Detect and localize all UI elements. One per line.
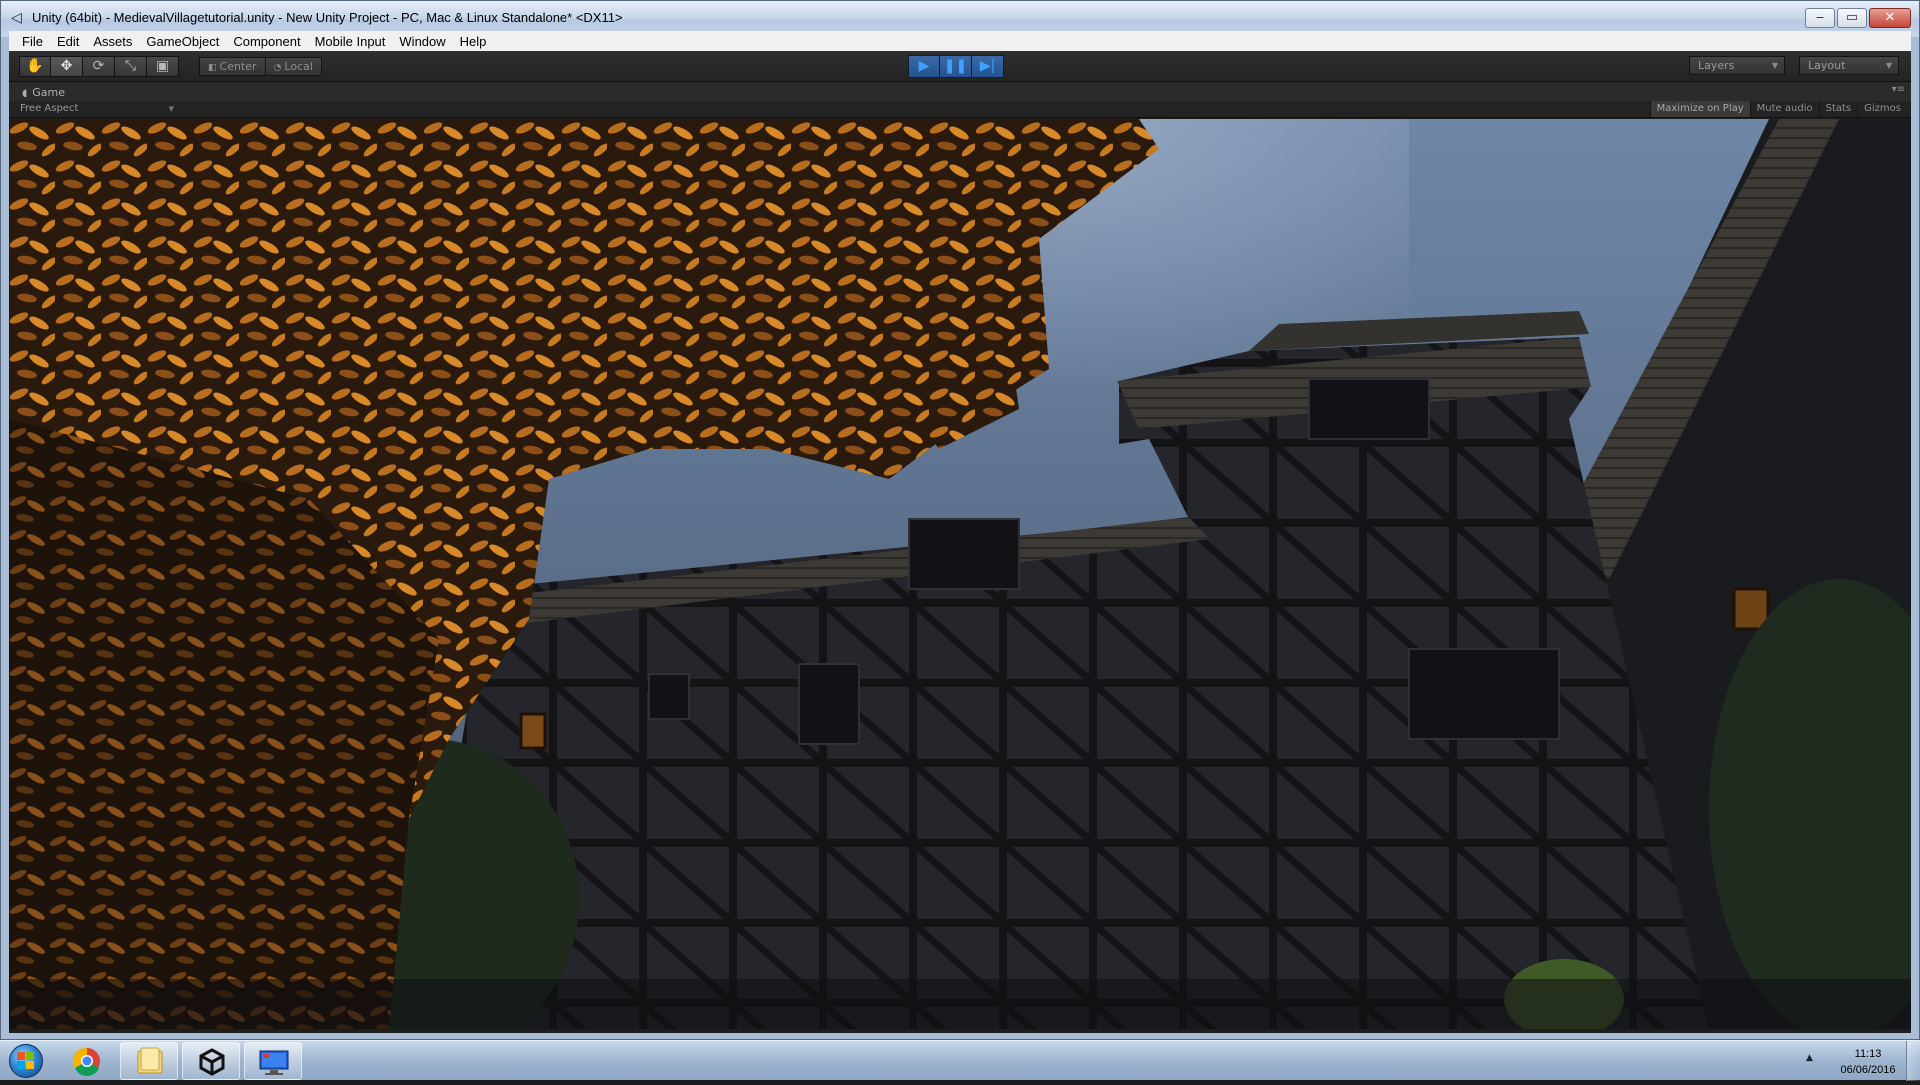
rotate-icon: ⟳ [92,58,105,74]
transform-tools: ✋ ✥ ⟳ ⤡ ▣ [19,56,179,77]
layers-dropdown[interactable]: Layers ▼ [1689,56,1785,75]
unity-icon [199,1048,225,1076]
game-controller-icon: ◖ [22,88,28,99]
menu-gameobject[interactable]: GameObject [139,34,226,49]
tab-menu-icon[interactable]: ▾≡ [1892,84,1905,95]
system-clock[interactable]: 11:13 06/06/2016 [1828,1046,1908,1078]
tray-expand-icon[interactable]: ▲ [1806,1053,1813,1063]
pivot-local-label: Local [284,60,313,73]
step-icon: ▶| [979,58,996,74]
pivot-icon: ◧ [208,63,217,73]
layout-dropdown[interactable]: Layout ▼ [1799,56,1899,75]
game-view-toolbar: Free Aspect ▼ Maximize on Play Mute audi… [9,101,1911,118]
editor-area: ✋ ✥ ⟳ ⤡ ▣ ◧ Center ◔ Local ▶ ❚❚ ▶| Layers … [9,51,1911,1033]
rotate-tool-button[interactable]: ⟳ [83,56,115,77]
game-viewport[interactable] [9,119,1911,1029]
gizmos-toggle[interactable]: Gizmos [1857,101,1907,117]
local-rotation-icon: ◔ [273,63,282,73]
taskbar: ▲ 11:13 06/06/2016 [0,1040,1920,1081]
aspect-label: Free Aspect [20,103,79,114]
tab-game[interactable]: ◖ Game [16,84,73,101]
unity-window: ◁ Unity (64bit) - MedievalVillagetutoria… [0,0,1920,1040]
maximize-button[interactable]: ▭ [1837,8,1867,28]
pivot-center-toggle[interactable]: ◧ Center [199,57,266,76]
move-icon: ✥ [60,58,73,74]
menu-help[interactable]: Help [453,34,494,49]
hand-tool-button[interactable]: ✋ [19,56,51,77]
scale-icon: ⤡ [124,58,137,74]
lantern-left [519,712,547,750]
unity-logo-icon: ◁ [11,10,22,26]
play-button[interactable]: ▶ [908,55,940,78]
layout-label: Layout [1808,59,1846,72]
file-explorer-icon [137,1047,163,1074]
taskbar-remote-desktop[interactable] [244,1042,302,1080]
clock-time: 11:13 [1854,1048,1882,1060]
pivot-toggles: ◧ Center ◔ Local [199,57,322,76]
scale-tool-button[interactable]: ⤡ [115,56,147,77]
window-title: Unity (64bit) - MedievalVillagetutorial.… [32,10,623,25]
mute-audio-toggle[interactable]: Mute audio [1749,101,1819,117]
pause-icon: ❚❚ [943,58,968,74]
game-tab-bar: ◖ Game ▾≡ [9,82,1911,101]
move-tool-button[interactable]: ✥ [51,56,83,77]
start-button[interactable] [3,1042,49,1080]
game-view-options: Maximize on Play Mute audio Stats Gizmos [1649,101,1907,117]
menu-edit[interactable]: Edit [50,34,86,49]
chevron-down-icon: ▼ [1885,61,1892,70]
main-toolbar: ✋ ✥ ⟳ ⤡ ▣ ◧ Center ◔ Local ▶ ❚❚ ▶| Layers … [9,51,1911,82]
close-button[interactable]: ✕ [1869,8,1911,28]
menu-bar: File Edit Assets GameObject Component Mo… [9,31,1911,51]
menu-component[interactable]: Component [226,34,307,49]
menu-window[interactable]: Window [392,34,452,49]
taskbar-unity[interactable] [182,1042,240,1080]
chevron-down-icon: ▼ [1771,61,1778,70]
layers-label: Layers [1698,59,1735,72]
tab-game-label: Game [32,86,66,99]
play-icon: ▶ [918,58,930,74]
windows-flag-icon [17,1052,35,1070]
play-controls: ▶ ❚❚ ▶| [908,55,1004,78]
menu-assets[interactable]: Assets [86,34,139,49]
rect-tool-button[interactable]: ▣ [147,56,179,77]
hand-icon: ✋ [26,58,44,74]
clock-date: 06/06/2016 [1840,1064,1896,1076]
taskbar-chrome[interactable] [58,1042,116,1080]
remote-desktop-icon [259,1050,289,1075]
step-button[interactable]: ▶| [972,55,1004,78]
ground-shade [9,979,1911,1029]
aspect-dropdown[interactable]: Free Aspect ▼ [20,101,180,117]
window-controls: ‒ ▭ ✕ [1805,8,1911,30]
pivot-center-label: Center [219,60,257,73]
maximize-on-play-toggle[interactable]: Maximize on Play [1649,101,1750,117]
pause-button[interactable]: ❚❚ [940,55,972,78]
show-desktop-button[interactable] [1906,1041,1920,1081]
chrome-icon [72,1047,100,1076]
rect-icon: ▣ [155,58,170,74]
medieval-village-scene [9,119,1911,1029]
chevron-down-icon: ▼ [168,105,174,113]
menu-mobile-input[interactable]: Mobile Input [308,34,393,49]
menu-file[interactable]: File [15,34,50,49]
taskbar-file-explorer[interactable] [120,1042,178,1080]
stats-toggle[interactable]: Stats [1818,101,1858,117]
minimize-button[interactable]: ‒ [1805,8,1835,28]
pivot-local-toggle[interactable]: ◔ Local [265,57,322,76]
